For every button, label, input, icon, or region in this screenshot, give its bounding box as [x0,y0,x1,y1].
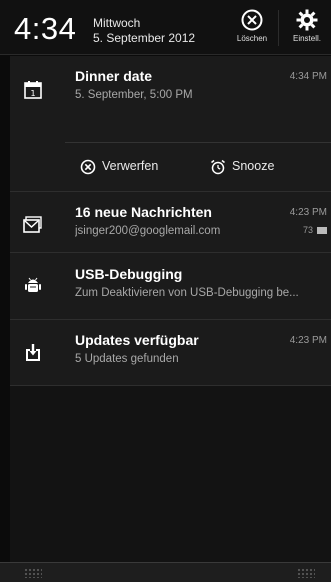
message-count: 73 [303,225,327,235]
snooze-label: Snooze [232,159,275,173]
date-label: 5. September 2012 [93,31,196,45]
notification-title: USB-Debugging [75,266,183,282]
snooze-button[interactable]: Snooze [210,154,274,178]
notification-time: 4:34 PM [289,71,327,82]
download-icon [26,344,40,361]
alarm-clock-icon [211,159,225,174]
weekday-label: Mittwoch [93,16,141,30]
notification-title: 16 neue Nachrichten [75,204,212,220]
notification-subtitle: Zum Deaktivieren von USB-Debugging be... [75,287,299,299]
android-debug-icon [25,277,41,292]
date-block: Mittwoch 5. September 2012 [93,16,195,46]
clock: 4:34 [14,11,77,46]
svg-text:1: 1 [30,89,35,98]
notification-dinner-date[interactable]: 1 Dinner date 5. September, 5:00 PM 4:34… [10,56,331,192]
shade-header: 4:34 Mittwoch 5. September 2012 Löschen [0,0,331,55]
settings-label: Einstell. [292,34,321,43]
settings-button[interactable]: Einstell. [283,8,331,50]
dismiss-label: Verwerfen [102,159,159,173]
notification-updates-available[interactable]: Updates verfügbar 5 Updates gefunden 4:2… [10,320,331,386]
notification-new-messages[interactable]: 16 neue Nachrichten jsinger200@googlemai… [10,192,331,253]
grip-dots-icon [297,568,315,578]
notification-subtitle: jsinger200@googlemail.com [75,225,221,237]
action-divider [65,142,331,143]
notification-subtitle: 5 Updates gefunden [75,353,179,365]
calendar-icon: 1 [24,81,42,99]
empty-shade-area [10,386,331,562]
grip-dots-icon [24,568,42,578]
notification-title: Dinner date [75,68,153,84]
mail-icon [23,216,42,233]
dismiss-button[interactable]: Verwerfen [80,154,158,178]
notification-time: 4:23 PM [289,335,327,346]
gear-icon [296,9,318,31]
clear-all-label: Löschen [236,34,268,43]
notification-time: 4:23 PM [289,207,327,218]
header-divider [278,10,279,46]
notification-subtitle: 5. September, 5:00 PM [75,89,193,101]
notification-title: Updates verfügbar [75,332,199,348]
notification-usb-debugging[interactable]: USB-Debugging Zum Deaktivieren von USB-D… [10,253,331,320]
clear-all-button[interactable]: Löschen [228,8,276,50]
circle-x-icon [80,159,96,175]
mini-mail-icon [317,227,327,235]
circle-x-icon [241,9,263,31]
message-count-value: 73 [302,225,313,235]
shade-drag-handle[interactable] [0,562,331,582]
notification-shade: 4:34 Mittwoch 5. September 2012 Löschen [0,0,331,582]
